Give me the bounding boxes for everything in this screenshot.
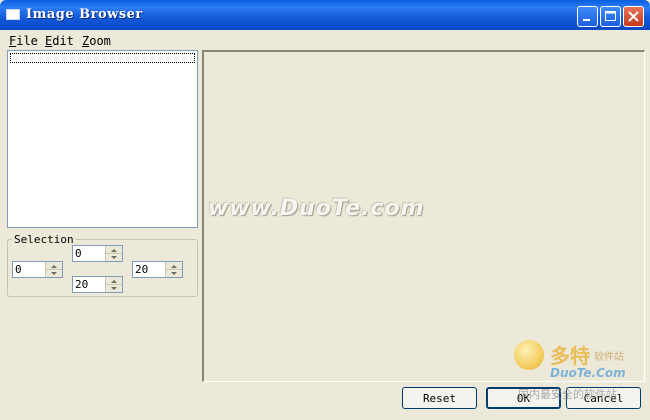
selection-label: Selection [12,233,76,246]
image-browser-window: Image Browser File Edit Zoom Selection 0… [0,0,650,420]
selection-right-spinner[interactable]: 20 [132,261,183,278]
up-arrow-icon [111,280,117,283]
image-view-panel[interactable]: www.DuoTe.com [202,50,645,382]
spin-down-button[interactable] [46,269,62,276]
logo-url-text: DuoTe.Com [550,366,626,380]
selection-left-value: 0 [15,263,22,276]
spinner-arrows [165,262,182,277]
list-focus-item[interactable] [10,53,195,63]
image-list[interactable] [7,50,198,228]
minimize-icon [583,19,590,21]
spin-down-button[interactable] [166,269,182,276]
down-arrow-icon [111,287,117,290]
spinner-arrows [105,277,122,292]
selection-top-value: 0 [75,247,82,260]
logo-main-text: 多特 [550,344,590,368]
title-bar[interactable]: Image Browser [0,0,650,30]
mascot-icon [514,340,544,370]
close-icon [628,11,639,22]
down-arrow-icon [111,256,117,259]
menu-file-label: ile [16,34,38,48]
up-arrow-icon [111,249,117,252]
up-arrow-icon [51,265,57,268]
selection-top-spinner[interactable]: 0 [72,245,123,262]
window-icon [6,9,20,20]
menu-edit[interactable]: Edit [45,34,74,48]
selection-bottom-spinner[interactable]: 20 [72,276,123,293]
menu-file[interactable]: File [9,34,38,48]
logo-tagline: 国内最安全的软件站 [518,388,617,401]
menu-zoom-label: oom [89,34,111,48]
logo-sub-text: 软件站 [594,352,624,363]
up-arrow-icon [171,265,177,268]
maximize-button[interactable] [600,6,621,27]
watermark-text: www.DuoTe.com [208,196,425,221]
spin-down-button[interactable] [106,253,122,260]
selection-left-spinner[interactable]: 0 [12,261,63,278]
maximize-icon [605,11,616,21]
selection-right-value: 20 [135,263,149,276]
spin-down-button[interactable] [106,284,122,291]
selection-bottom-value: 20 [75,278,89,291]
close-button[interactable] [623,6,644,27]
spinner-arrows [45,262,62,277]
menu-bar: File Edit Zoom [0,30,650,50]
down-arrow-icon [51,272,57,275]
menu-zoom[interactable]: Zoom [82,34,111,48]
window-title: Image Browser [26,7,143,22]
minimize-button[interactable] [577,6,598,27]
down-arrow-icon [171,272,177,275]
reset-button[interactable]: Reset [402,387,477,409]
watermark-logo: 多特 软件站 DuoTe.Com 国内最安全的软件站 [512,336,647,416]
spinner-arrows [105,246,122,261]
menu-edit-label: dit [52,34,74,48]
